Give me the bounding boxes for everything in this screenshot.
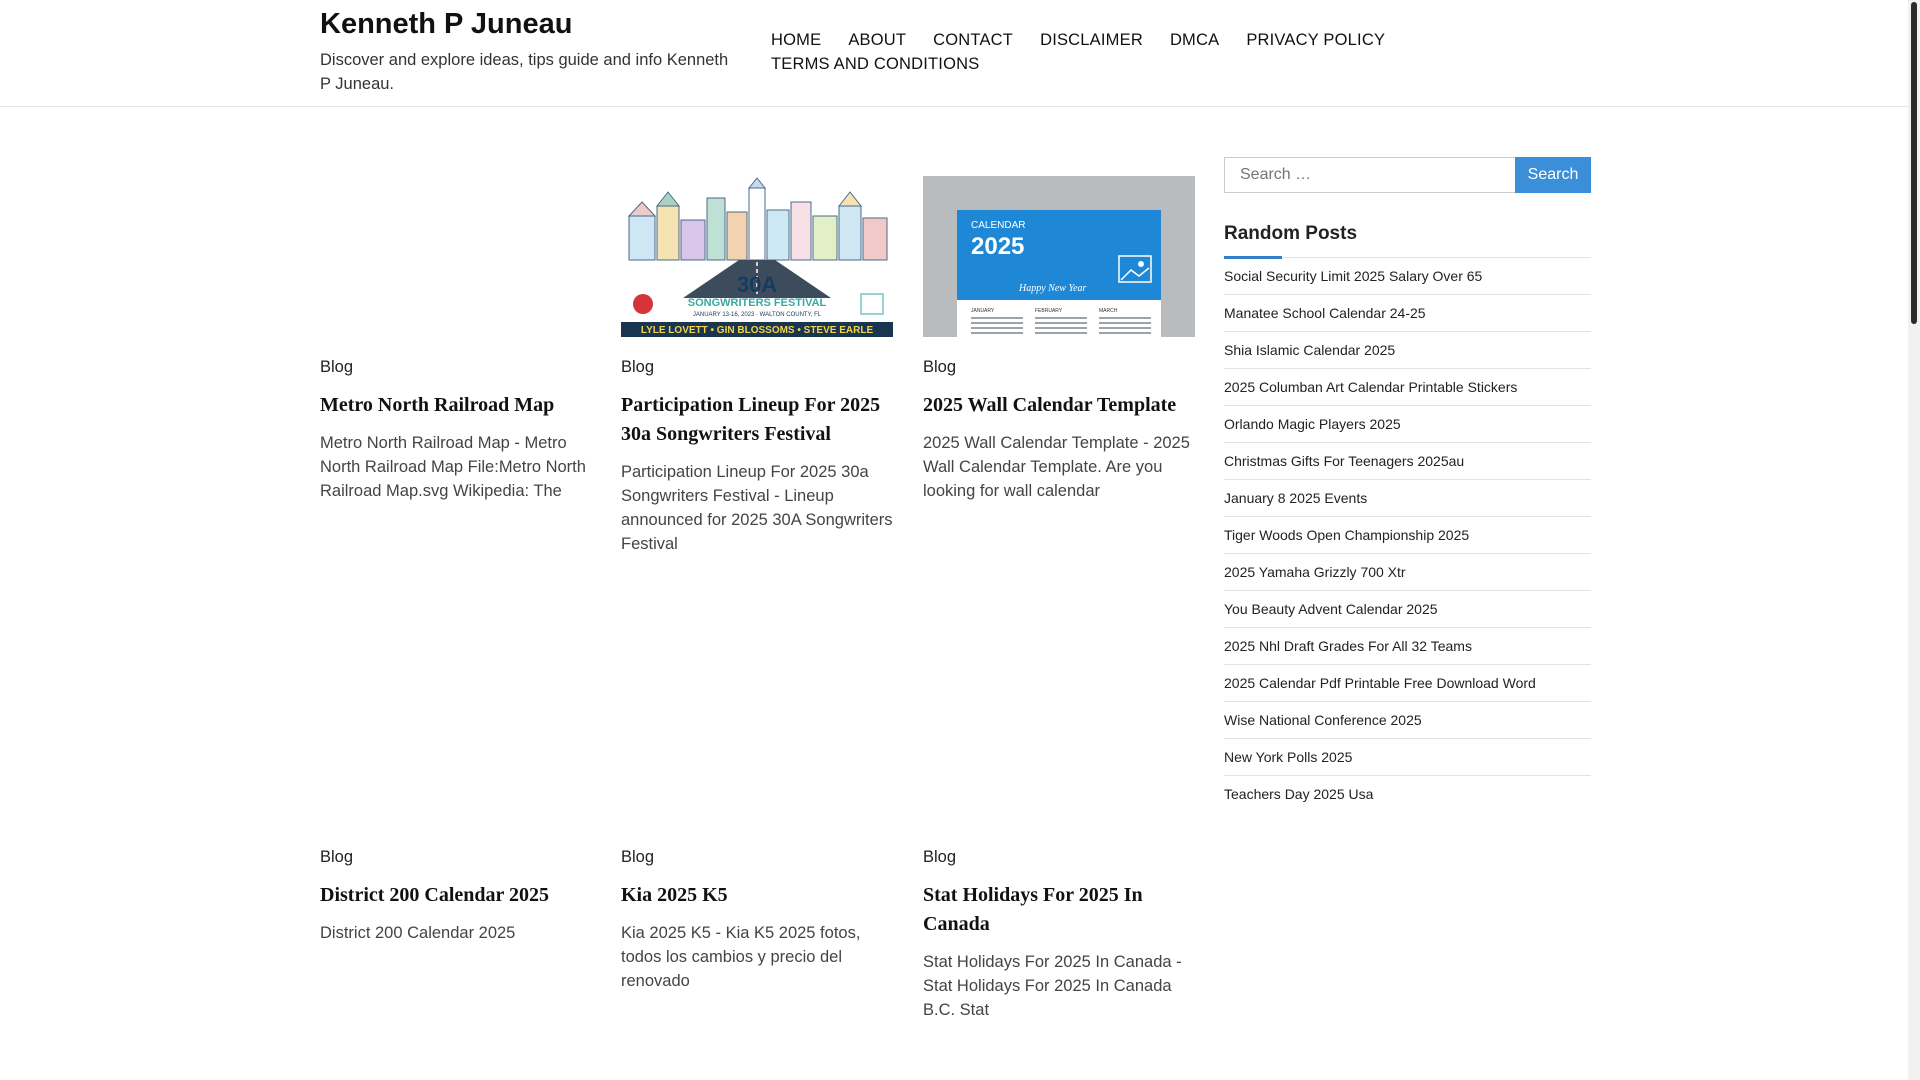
random-post-link[interactable]: Teachers Day 2025 Usa	[1224, 776, 1591, 812]
calendar-image: CALENDAR 2025 Happy New Year JANUARY FEB…	[923, 176, 1195, 337]
festival-poster-image: 30A SONGWRITERS FESTIVAL JANUARY 13-16, …	[621, 176, 893, 337]
post-card: Blog District 200 Calendar 2025 District…	[320, 848, 592, 945]
post-excerpt: Participation Lineup For 2025 30a Songwr…	[621, 463, 893, 553]
random-posts-heading: Random Posts	[1224, 223, 1358, 244]
nav-disclaimer[interactable]: DISCLAIMER	[1040, 28, 1143, 52]
post-thumbnail-festival[interactable]: 30A SONGWRITERS FESTIVAL JANUARY 13-16, …	[621, 176, 893, 337]
random-post-link[interactable]: 2025 Yamaha Grizzly 700 Xtr	[1224, 554, 1591, 591]
random-post-link[interactable]: Christmas Gifts For Teenagers 2025au	[1224, 443, 1591, 480]
post-category[interactable]: Blog	[621, 358, 893, 377]
post-excerpt: Stat Holidays For 2025 In Canada - Stat …	[923, 953, 1182, 1019]
post-category[interactable]: Blog	[320, 358, 592, 377]
calendar-month-3: MARCH	[1099, 308, 1118, 314]
calendar-year-text: 2025	[971, 233, 1024, 260]
post-thumbnail-calendar[interactable]: CALENDAR 2025 Happy New Year JANUARY FEB…	[923, 176, 1195, 337]
festival-artists-text: LYLE LOVETT • GIN BLOSSOMS • STEVE EARLE	[641, 325, 874, 336]
calendar-greeting-text: Happy New Year	[1018, 283, 1087, 294]
post-title[interactable]: Metro North Railroad Map	[320, 391, 592, 420]
post-category[interactable]: Blog	[320, 848, 592, 867]
widget-divider	[1224, 256, 1591, 259]
random-post-link[interactable]: 2025 Columban Art Calendar Printable Sti…	[1224, 369, 1591, 406]
nav-terms-and-conditions[interactable]: TERMS AND CONDITIONS	[771, 52, 979, 76]
random-post-link[interactable]: You Beauty Advent Calendar 2025	[1224, 591, 1591, 628]
post-excerpt: District 200 Calendar 2025	[320, 924, 516, 942]
page-scrollbar[interactable]	[1908, 0, 1920, 1080]
search-form: Search	[1224, 157, 1591, 193]
random-post-link[interactable]: Orlando Magic Players 2025	[1224, 406, 1591, 443]
calendar-label-text: CALENDAR	[971, 220, 1025, 231]
post-card: Blog Stat Holidays For 2025 In Canada St…	[923, 848, 1195, 1022]
festival-name-text: SONGWRITERS FESTIVAL	[688, 297, 827, 309]
post-category[interactable]: Blog	[923, 358, 1195, 377]
post-card: Blog 2025 Wall Calendar Template 2025 Wa…	[923, 358, 1195, 503]
search-input[interactable]	[1224, 157, 1515, 193]
main-nav: HOME ABOUT CONTACT DISCLAIMER DMCA PRIVACY PO…	[771, 28, 1421, 76]
nav-contact[interactable]: CONTACT	[933, 28, 1013, 52]
site-description: Discover and explore ideas, tips guide a…	[320, 51, 729, 93]
nav-home[interactable]: HOME	[771, 28, 821, 52]
site-title[interactable]: Kenneth P Juneau	[320, 8, 572, 41]
post-card: Blog Metro North Railroad Map Metro Nort…	[320, 358, 592, 503]
random-post-link[interactable]: Social Security Limit 2025 Salary Over 6…	[1224, 258, 1591, 295]
nav-dmca[interactable]: DMCA	[1170, 28, 1219, 52]
random-post-link[interactable]: New York Polls 2025	[1224, 739, 1591, 776]
scrollbar-thumb[interactable]	[1911, 2, 1917, 324]
random-post-link[interactable]: Manatee School Calendar 24-25	[1224, 295, 1591, 332]
random-post-link[interactable]: January 8 2025 Events	[1224, 480, 1591, 517]
festival-30a-text: 30A	[737, 272, 777, 297]
sponsor-logo-icon	[860, 293, 884, 315]
post-excerpt: Kia 2025 K5 - Kia K5 2025 fotos, todos l…	[621, 924, 861, 990]
arts-logo-icon	[633, 294, 653, 314]
festival-dates-text: JANUARY 13-16, 2023 · WALTON COUNTY, FL	[693, 312, 822, 318]
calendar-month-2: FEBRUARY	[1035, 308, 1063, 314]
nav-privacy-policy[interactable]: PRIVACY POLICY	[1246, 28, 1385, 52]
sidebar: Search Random Posts Social Security Limi…	[1224, 157, 1591, 812]
post-category[interactable]: Blog	[621, 848, 893, 867]
random-post-link[interactable]: Wise National Conference 2025	[1224, 702, 1591, 739]
post-excerpt: 2025 Wall Calendar Template - 2025 Wall …	[923, 434, 1190, 500]
random-post-link[interactable]: 2025 Nhl Draft Grades For All 32 Teams	[1224, 628, 1591, 665]
calendar-month-1: JANUARY	[971, 308, 995, 314]
random-posts-list: Social Security Limit 2025 Salary Over 6…	[1224, 258, 1591, 812]
post-card: Blog Kia 2025 K5 Kia 2025 K5 - Kia K5 20…	[621, 848, 893, 993]
post-title[interactable]: Participation Lineup For 2025 30a Songwr…	[621, 391, 893, 449]
random-post-link[interactable]: Tiger Woods Open Championship 2025	[1224, 517, 1591, 554]
random-post-link[interactable]: Shia Islamic Calendar 2025	[1224, 332, 1591, 369]
post-title[interactable]: Kia 2025 K5	[621, 881, 893, 910]
post-title[interactable]: Stat Holidays For 2025 In Canada	[923, 881, 1195, 939]
post-card: Blog Participation Lineup For 2025 30a S…	[621, 358, 893, 556]
random-post-link[interactable]: 2025 Calendar Pdf Printable Free Downloa…	[1224, 665, 1591, 702]
site-header: Kenneth P Juneau Discover and explore id…	[0, 0, 1908, 107]
post-excerpt: Metro North Railroad Map - Metro North R…	[320, 434, 586, 500]
post-title[interactable]: District 200 Calendar 2025	[320, 881, 592, 910]
post-title[interactable]: 2025 Wall Calendar Template	[923, 391, 1195, 420]
search-button[interactable]: Search	[1515, 157, 1591, 193]
post-category[interactable]: Blog	[923, 848, 1195, 867]
nav-about[interactable]: ABOUT	[848, 28, 906, 52]
